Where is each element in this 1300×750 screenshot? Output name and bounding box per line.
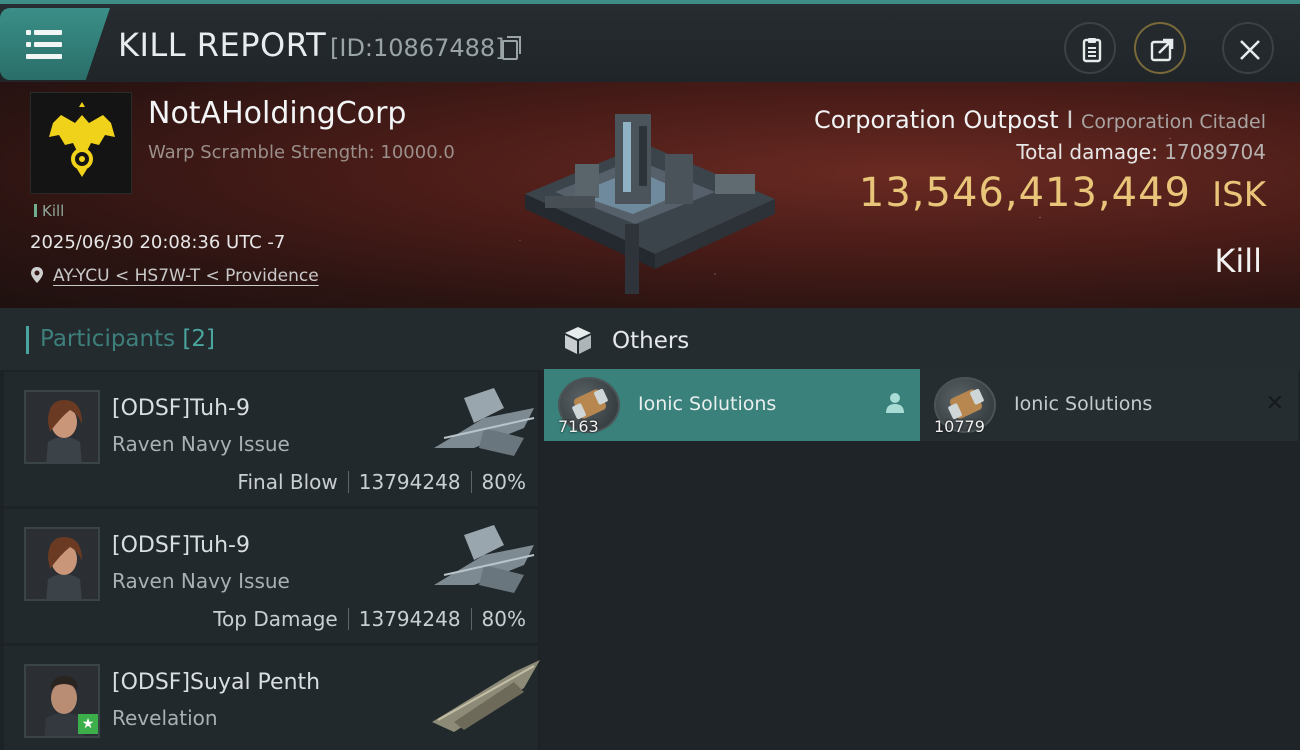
- total-damage-value: 17089704: [1164, 140, 1266, 164]
- participants-count: [2]: [182, 326, 216, 352]
- star-badge-icon: ★: [78, 714, 98, 734]
- participant-ship: Revelation: [112, 706, 218, 730]
- structure-type: Corporation Outpost I Corporation Citade…: [813, 106, 1266, 134]
- header-accent-bar: [26, 326, 29, 354]
- share-icon: [1150, 38, 1174, 62]
- menu-button[interactable]: [0, 8, 110, 80]
- item-quantity: 7163: [558, 417, 599, 436]
- total-damage-label: Total damage:: [1016, 140, 1158, 164]
- location-link[interactable]: AY-YCU < HS7W-T < Providence: [53, 266, 319, 286]
- corp-name[interactable]: NotAHoldingCorp: [148, 96, 406, 131]
- participant-stats: Top Damage 13794248 80%: [213, 607, 526, 631]
- item-name: Ionic Solutions: [1014, 393, 1153, 415]
- copy-icon[interactable]: [502, 36, 521, 60]
- top-bar: KILL REPORT [ID:10867488]: [0, 0, 1300, 82]
- participant-percent: 80%: [481, 470, 526, 494]
- close-button[interactable]: [1222, 22, 1274, 74]
- clipboard-icon: [1082, 38, 1102, 63]
- avatar: [24, 390, 100, 464]
- participant-damage: 13794248: [358, 607, 461, 631]
- participants-panel: Participants [2] [ODSF]Tuh-9 Raven Navy …: [0, 308, 540, 750]
- participant-percent: 80%: [481, 607, 526, 631]
- portrait-female-icon: [26, 529, 98, 599]
- participant-name[interactable]: [ODSF]Tuh-9: [112, 533, 250, 558]
- isk-value: 13,546,413,449: [858, 170, 1191, 216]
- participant-row[interactable]: [ODSF]Tuh-9 Raven Navy Issue Final Blow 1…: [4, 372, 538, 506]
- person-icon: [886, 393, 904, 413]
- participants-title: Participants [2]: [40, 326, 215, 352]
- corp-logo[interactable]: [30, 92, 132, 194]
- item-slot[interactable]: 7163 Ionic Solutions: [544, 369, 920, 441]
- kill-tag: Kill: [34, 202, 64, 220]
- participant-row[interactable]: [ODSF]Tuh-9 Raven Navy Issue Top Damage 1…: [4, 509, 538, 643]
- raven-navy-issue-ship-icon: [434, 388, 535, 456]
- participant-ship: Raven Navy Issue: [112, 432, 290, 456]
- participant-ship: Raven Navy Issue: [112, 569, 290, 593]
- item-quantity: 10779: [934, 417, 985, 436]
- eagle-emblem-icon: [49, 102, 115, 177]
- cargo-box-icon: [565, 327, 591, 354]
- raven-navy-issue-ship-icon: [434, 525, 535, 593]
- victim-banner: NotAHoldingCorp Warp Scramble Strength: …: [0, 82, 1300, 308]
- isk-value-line: 13,546,413,449 ISK: [859, 170, 1266, 216]
- kill-id: [ID:10867488]: [330, 34, 505, 62]
- kill-datetime: 2025/06/30 20:08:36 UTC -7: [30, 232, 286, 253]
- page-title: KILL REPORT: [118, 26, 327, 64]
- others-header: Others: [540, 308, 1300, 370]
- participant-name[interactable]: [ODSF]Tuh-9: [112, 396, 250, 421]
- participant-damage: 13794248: [358, 470, 461, 494]
- location-pin-icon: [31, 267, 43, 283]
- revelation-ship-icon: [432, 660, 540, 732]
- portrait-female-icon: [26, 392, 98, 462]
- citadel-structure-image: [525, 114, 775, 294]
- warp-scramble-strength: Warp Scramble Strength: 10000.0: [148, 142, 455, 163]
- total-damage: Total damage: 17089704: [1016, 140, 1266, 164]
- avatar: [24, 527, 100, 601]
- structure-type-name: Corporation Outpost: [813, 106, 1059, 134]
- participants-header: Participants [2]: [0, 308, 540, 370]
- structure-class: Corporation Citadel: [1081, 111, 1266, 133]
- participant-role: Final Blow: [237, 470, 338, 494]
- participant-role: Top Damage: [213, 607, 338, 631]
- menu-icon: [26, 30, 62, 60]
- item-slot[interactable]: 10779 Ionic Solutions ✕: [920, 369, 1298, 441]
- participant-stats: Final Blow 13794248 80%: [237, 470, 526, 494]
- result-label: Kill: [1214, 242, 1262, 280]
- participants-title-text: Participants: [40, 326, 176, 352]
- participant-row[interactable]: ★ [ODSF]Suyal Penth Revelation: [4, 646, 540, 750]
- destroyed-mark-icon: ✕: [1265, 391, 1284, 416]
- others-panel: Others 7163 Ionic Solutions 10779 Ionic …: [540, 308, 1300, 750]
- share-button[interactable]: [1134, 22, 1186, 74]
- isk-unit: ISK: [1212, 175, 1266, 215]
- others-title: Others: [612, 328, 690, 354]
- clipboard-button[interactable]: [1064, 22, 1116, 74]
- item-name: Ionic Solutions: [638, 393, 777, 415]
- close-icon: [1240, 40, 1260, 60]
- participant-name[interactable]: [ODSF]Suyal Penth: [112, 670, 320, 695]
